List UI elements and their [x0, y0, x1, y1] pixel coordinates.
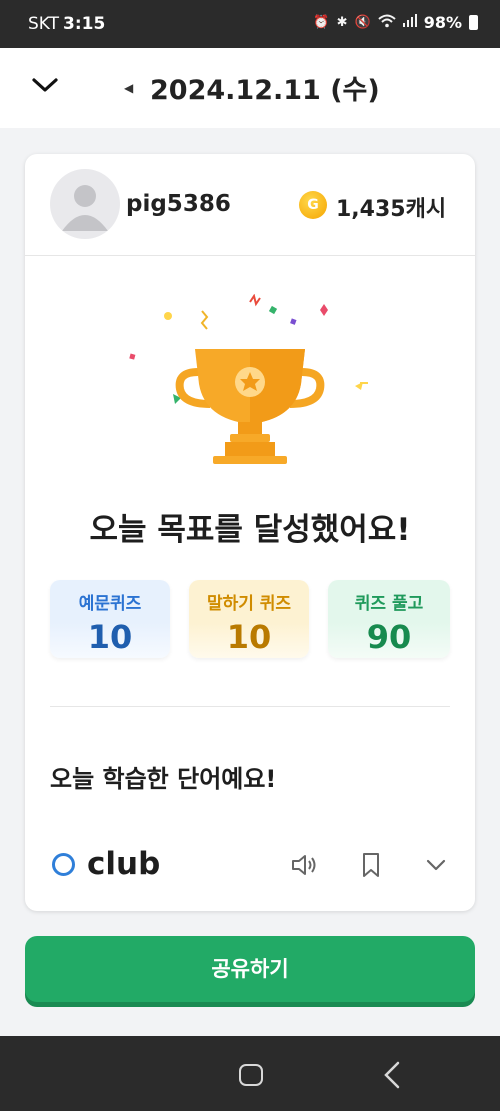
- status-right: ⏰ ✱ 🔇 98%: [313, 13, 478, 32]
- signal-icon: [402, 14, 417, 31]
- home-icon[interactable]: [239, 1064, 263, 1086]
- date-title: 2024.12.11 (수): [150, 75, 380, 106]
- coin-icon: G: [299, 191, 327, 219]
- prev-date-arrow-icon[interactable]: ◀: [124, 81, 133, 95]
- bookmark-icon[interactable]: [356, 851, 386, 879]
- mute-icon: 🔇: [354, 15, 371, 30]
- summary-card: pig5386 G 1,435캐시 오늘 목표를 달성했어요! 예문퀴즈 10: [25, 154, 475, 911]
- stat-label: 예문퀴즈: [78, 594, 142, 614]
- stat-speaking-quiz: 말하기 퀴즈 10: [189, 580, 309, 658]
- stat-label: 말하기 퀴즈: [206, 594, 292, 614]
- default-avatar-icon: [62, 185, 108, 231]
- system-nav-bar: [0, 1036, 500, 1111]
- stat-value: 10: [226, 618, 272, 656]
- clock: 3:15: [63, 14, 106, 34]
- learned-word: club: [87, 846, 161, 882]
- stat-example-quiz: 예문퀴즈 10: [50, 580, 170, 658]
- chevron-down-icon[interactable]: [32, 72, 58, 98]
- stat-value: 90: [366, 618, 412, 656]
- carrier: SKT: [28, 14, 60, 34]
- stat-quiz-cash: 퀴즈 풀고 90: [328, 580, 450, 658]
- trophy-icon: [129, 294, 368, 464]
- section-divider: [50, 706, 450, 707]
- learned-words-title: 오늘 학습한 단어예요!: [50, 765, 277, 793]
- goal-achieved-title: 오늘 목표를 달성했어요!: [89, 512, 411, 548]
- battery-percent: 98%: [423, 13, 462, 32]
- username: pig5386: [126, 191, 231, 217]
- word-status-circle-icon: [52, 853, 75, 876]
- avatar[interactable]: [50, 169, 120, 239]
- status-left: SKT 3:15: [28, 14, 105, 34]
- cash-amount: 1,435캐시: [336, 197, 447, 222]
- wifi-icon: [378, 14, 396, 32]
- back-icon[interactable]: [383, 1061, 401, 1089]
- share-button[interactable]: 공유하기: [25, 936, 475, 1002]
- speaker-icon[interactable]: [290, 851, 320, 879]
- battery-icon: [469, 15, 478, 30]
- profile-divider: [25, 255, 475, 256]
- alarm-icon: ⏰: [313, 15, 330, 30]
- chevron-down-icon[interactable]: [421, 851, 451, 879]
- status-bar: SKT 3:15 ⏰ ✱ 🔇 98%: [0, 0, 500, 48]
- stat-label: 퀴즈 풀고: [354, 594, 424, 614]
- stat-value: 10: [87, 618, 133, 656]
- top-bar: ◀ 2024.12.11 (수): [0, 48, 500, 128]
- bluetooth-icon: ✱: [336, 15, 348, 30]
